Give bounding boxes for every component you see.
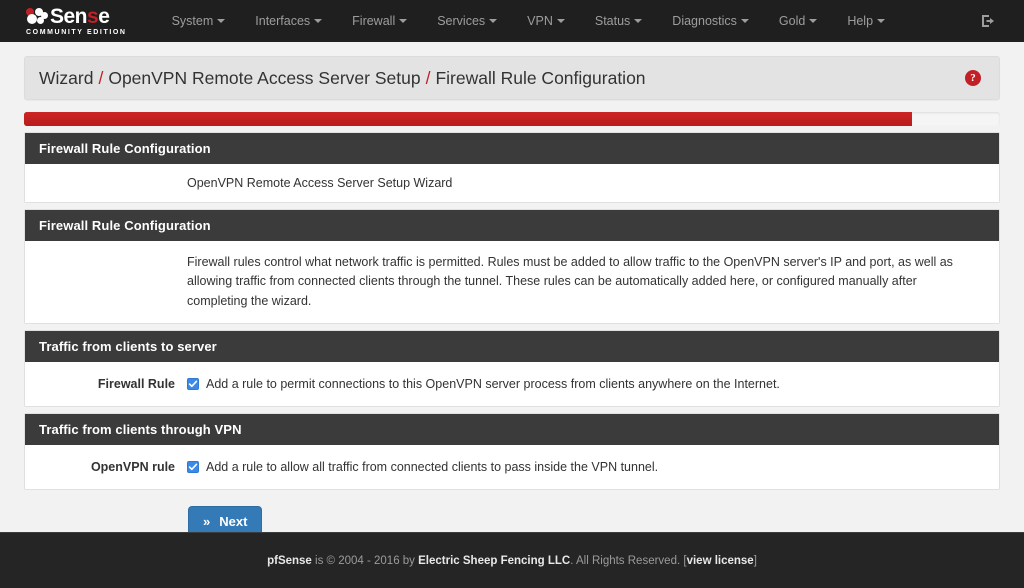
wizard-actions: » Next: [24, 490, 1000, 538]
label-openvpn-rule: OpenVPN rule: [90, 460, 175, 475]
logout-icon: [982, 15, 994, 27]
panel-body: OpenVPN rule Add a rule to allow all tra…: [25, 445, 999, 490]
nav-label-help: Help: [847, 14, 874, 28]
nav-item-services[interactable]: Services: [422, 0, 512, 42]
nav-label-firewall: Firewall: [352, 14, 396, 28]
footer-brand: pfSense: [267, 554, 312, 567]
panel-traffic-from-clients-to-server: Traffic from clients to server Firewall …: [24, 330, 1000, 408]
control-firewall-rule: Add a rule to permit connections to this…: [187, 376, 780, 392]
nav-label-status: Status: [594, 14, 631, 28]
brand-prefix: Sen: [50, 4, 88, 28]
nav-item-interfaces[interactable]: Interfaces: [240, 0, 337, 42]
wizard-progress-bar: [24, 112, 913, 126]
chevron-down-icon: [399, 19, 408, 23]
double-chevron-right-icon: »: [203, 514, 211, 530]
brand-suffix: e: [98, 4, 110, 28]
chevron-down-icon: [556, 19, 565, 23]
breadcrumb-bar: Wizard / OpenVPN Remote Access Server Se…: [24, 56, 1000, 100]
chevron-down-icon: [809, 19, 818, 23]
logout-button[interactable]: [968, 0, 1008, 42]
breadcrumb-item-wizard[interactable]: Wizard: [39, 68, 93, 89]
checkbox-openvpn-rule[interactable]: [187, 461, 199, 474]
breadcrumb-separator: /: [98, 67, 104, 88]
footer-mid: is © 2004 - 2016 by: [311, 554, 419, 567]
panel-heading: Firewall Rule Configuration: [25, 210, 999, 241]
breadcrumb: Wizard / OpenVPN Remote Access Server Se…: [39, 68, 965, 89]
check-icon: [188, 380, 198, 388]
wizard-progress-track: [24, 112, 1000, 126]
panel-body: Firewall Rule Add a rule to permit conne…: [25, 362, 999, 407]
nav-item-system[interactable]: System: [157, 0, 241, 42]
panel-heading: Traffic from clients to server: [25, 331, 999, 363]
chevron-down-icon: [877, 19, 886, 23]
nav-item-vpn[interactable]: VPN: [512, 0, 580, 42]
footer-bracket-close: ]: [753, 554, 757, 567]
pfsense-logo[interactable]: Sense COMMUNITY EDITION: [26, 0, 127, 42]
label-firewall-rule: Firewall Rule: [97, 377, 175, 392]
chevron-down-icon: [634, 19, 643, 23]
nav-label-system: System: [171, 14, 214, 28]
brand-row: Sense: [26, 5, 127, 27]
form-row-firewall-rule: Firewall Rule Add a rule to permit conne…: [39, 374, 985, 394]
pf-circles-icon: [26, 7, 48, 25]
panel-traffic-from-clients-through-vpn: Traffic from clients through VPN OpenVPN…: [24, 413, 1000, 491]
nav-item-firewall[interactable]: Firewall: [337, 0, 422, 42]
next-button-label: Next: [219, 514, 248, 530]
nav-label-interfaces: Interfaces: [255, 14, 311, 28]
footer-rights: . All Rights Reserved.: [570, 554, 684, 567]
footer-copyright: pfSense is © 2004 - 2016 by Electric She…: [267, 555, 757, 567]
chevron-down-icon: [489, 19, 498, 23]
check-icon: [188, 463, 198, 471]
nav-label-diagnostics: Diagnostics: [672, 14, 737, 28]
description-text: Firewall rules control what network traf…: [187, 255, 953, 308]
checkbox-firewall-rule[interactable]: [187, 378, 199, 391]
wizard-subtitle: OpenVPN Remote Access Server Setup Wizar…: [187, 176, 453, 190]
breadcrumb-separator: /: [425, 67, 431, 88]
chevron-down-icon: [314, 19, 323, 23]
panel-body: OpenVPN Remote Access Server Setup Wizar…: [25, 164, 999, 202]
form-row-openvpn-rule: OpenVPN rule Add a rule to allow all tra…: [39, 457, 985, 477]
checkbox-label-firewall-rule: Add a rule to permit connections to this…: [206, 377, 780, 392]
top-navbar: Sense COMMUNITY EDITION System Interface…: [0, 0, 1024, 42]
panel-heading: Firewall Rule Configuration: [25, 133, 999, 164]
navbar-menu: System Interfaces Firewall Services VPN …: [157, 0, 900, 42]
nav-item-gold[interactable]: Gold: [764, 0, 832, 42]
control-openvpn-rule: Add a rule to allow all traffic from con…: [187, 459, 658, 475]
view-license-link[interactable]: view license: [687, 555, 754, 567]
breadcrumb-item-current: Firewall Rule Configuration: [435, 67, 646, 88]
nav-label-services: Services: [437, 14, 486, 28]
chevron-down-icon: [217, 19, 226, 23]
panel-body: Firewall rules control what network traf…: [25, 241, 999, 324]
page-content: Wizard / OpenVPN Remote Access Server Se…: [0, 56, 1024, 546]
nav-item-help[interactable]: Help: [832, 0, 900, 42]
brand-subtitle: COMMUNITY EDITION: [26, 29, 127, 36]
nav-item-status[interactable]: Status: [580, 0, 657, 42]
nav-item-diagnostics[interactable]: Diagnostics: [657, 0, 764, 42]
footer-company: Electric Sheep Fencing LLC: [418, 554, 571, 567]
breadcrumb-item-openvpn-setup[interactable]: OpenVPN Remote Access Server Setup: [108, 68, 420, 89]
checkbox-label-openvpn-rule: Add a rule to allow all traffic from con…: [206, 460, 659, 475]
page-footer: pfSense is © 2004 - 2016 by Electric She…: [0, 532, 1024, 588]
brand-accent: s: [87, 4, 99, 28]
chevron-down-icon: [740, 19, 749, 23]
panel-firewall-rule-configuration-intro: Firewall Rule Configuration OpenVPN Remo…: [24, 132, 1000, 203]
nav-label-vpn: VPN: [527, 14, 553, 28]
panel-heading: Traffic from clients through VPN: [25, 414, 999, 446]
nav-label-gold: Gold: [778, 14, 806, 28]
panel-firewall-rule-configuration-description: Firewall Rule Configuration Firewall rul…: [24, 209, 1000, 325]
brand-wordmark: Sense: [50, 4, 110, 28]
help-icon[interactable]: ?: [965, 70, 981, 86]
